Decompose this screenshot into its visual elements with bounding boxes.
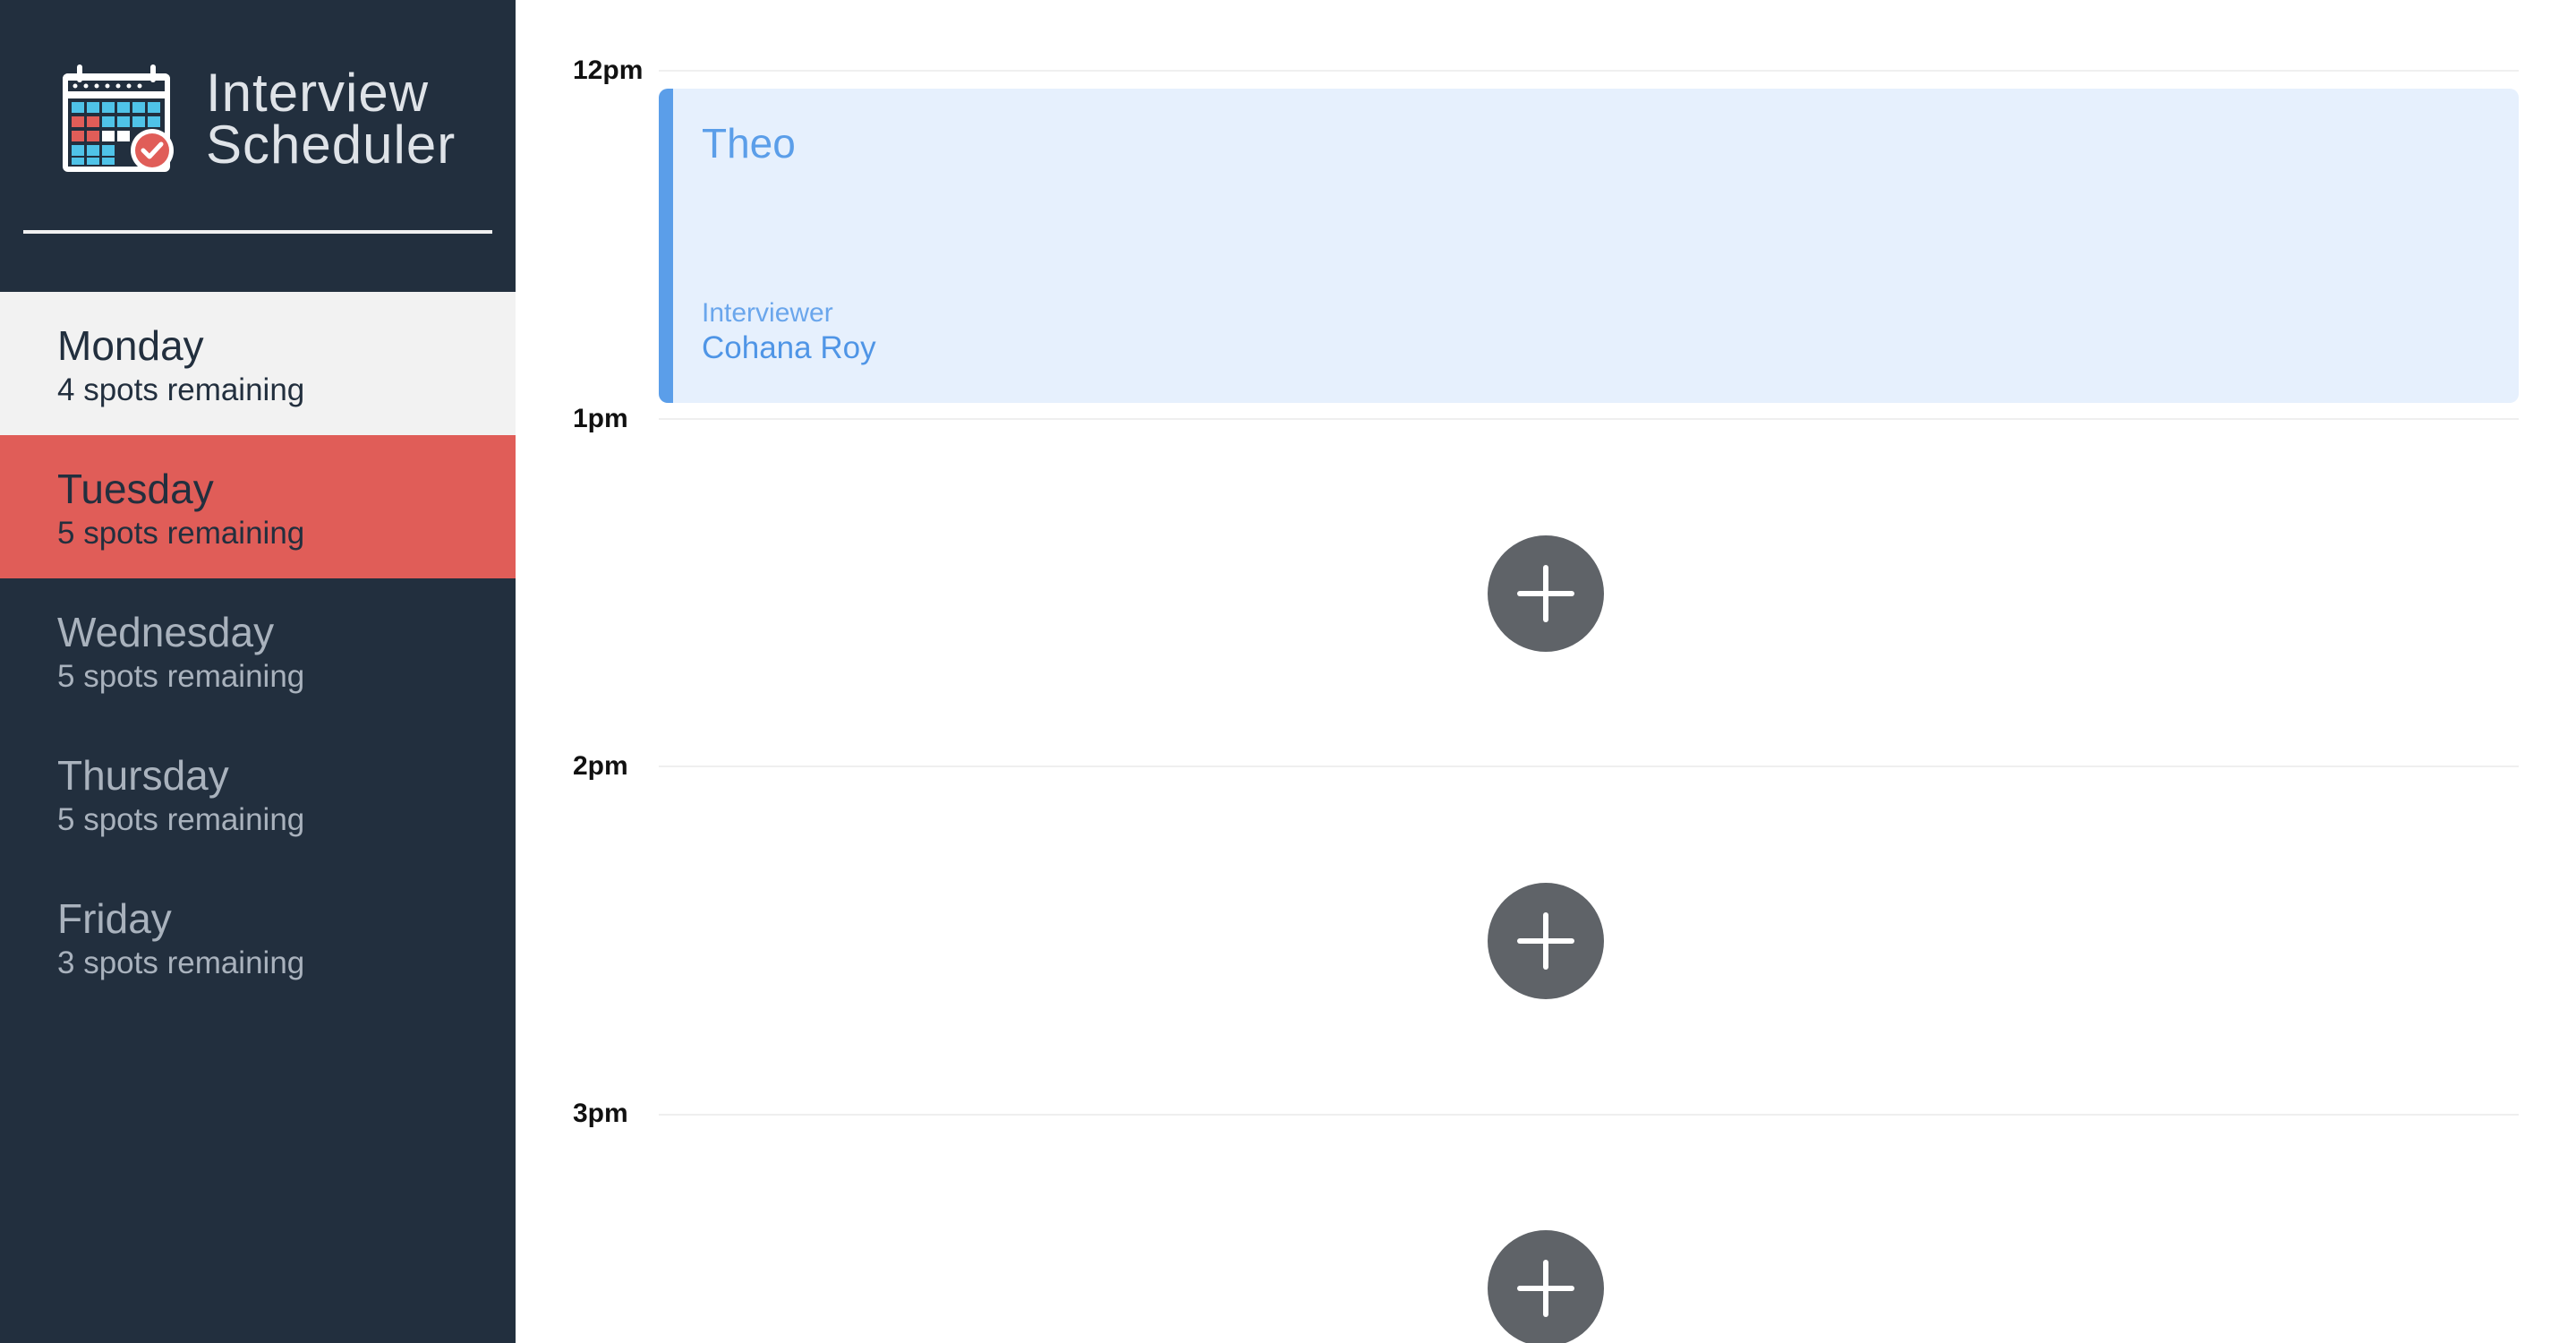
hour-label-3pm: 3pm xyxy=(573,1099,628,1128)
sidebar: Interview Scheduler Monday 4 spots remai… xyxy=(0,0,516,1343)
day-item-monday[interactable]: Monday 4 spots remaining xyxy=(0,292,516,435)
plus-icon xyxy=(1517,912,1574,970)
day-item-friday[interactable]: Friday 3 spots remaining xyxy=(0,865,516,1008)
calendar-check-icon xyxy=(63,64,174,172)
day-list: Monday 4 spots remaining Tuesday 5 spots… xyxy=(0,292,516,1008)
day-item-wednesday[interactable]: Wednesday 5 spots remaining xyxy=(0,578,516,722)
day-spots: 5 spots remaining xyxy=(57,802,305,837)
app-title-line1: Interview xyxy=(206,63,430,123)
day-spots: 5 spots remaining xyxy=(57,659,305,694)
interview-scheduler-app: Interview Scheduler Monday 4 spots remai… xyxy=(0,0,2576,1343)
hour-divider xyxy=(659,418,2519,420)
appointment-card[interactable]: Theo Interviewer Cohana Roy xyxy=(659,89,2519,403)
day-spots: 3 spots remaining xyxy=(57,945,305,980)
appointment-student-name: Theo xyxy=(702,120,796,167)
add-appointment-button[interactable] xyxy=(1488,535,1604,652)
hour-label-2pm: 2pm xyxy=(573,751,628,781)
day-spots: 5 spots remaining xyxy=(57,516,305,551)
appointment-interviewer-caption: Interviewer xyxy=(702,298,833,328)
add-appointment-button[interactable] xyxy=(1488,1230,1604,1343)
hour-label-1pm: 1pm xyxy=(573,404,628,433)
app-title: Interview Scheduler xyxy=(206,63,456,175)
app-title-line2: Scheduler xyxy=(206,115,456,175)
hour-divider xyxy=(659,1114,2519,1116)
day-name: Wednesday xyxy=(57,609,275,655)
add-appointment-button[interactable] xyxy=(1488,883,1604,999)
day-item-tuesday[interactable]: Tuesday 5 spots remaining xyxy=(0,435,516,578)
hour-divider xyxy=(659,766,2519,767)
plus-icon xyxy=(1517,1260,1574,1317)
plus-icon xyxy=(1517,565,1574,622)
day-name: Friday xyxy=(57,895,172,942)
sidebar-divider xyxy=(23,230,492,234)
day-name: Thursday xyxy=(57,752,229,799)
day-name: Tuesday xyxy=(57,466,214,512)
hour-divider xyxy=(659,70,2519,72)
schedule: 12pm Theo Interviewer Cohana Roy 1pm 2pm… xyxy=(516,0,2576,1343)
brand: Interview Scheduler xyxy=(59,63,456,175)
day-name: Monday xyxy=(57,322,204,369)
hour-label-12pm: 12pm xyxy=(573,56,644,85)
day-spots: 4 spots remaining xyxy=(57,372,305,407)
appointment-interviewer-name: Cohana Roy xyxy=(702,330,876,365)
day-item-thursday[interactable]: Thursday 5 spots remaining xyxy=(0,722,516,865)
